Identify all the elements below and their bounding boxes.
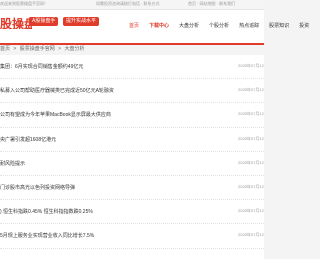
news-item: 私募入公司帮助医疗器械类已完成近50亿元A轮融资 2025年07月12 [0, 79, 264, 104]
news-title[interactable]: 央广署引发超1608亿港元 [0, 136, 56, 143]
news-title[interactable]: 公司有望成为今年苹果MacBook显示屏最大供应商 [0, 111, 111, 118]
nav-item-market[interactable]: 大盘分析 [174, 10, 204, 43]
news-list: 集团：6月实现合同销售金额约49亿元 2025年07月12 私募入公司帮助医疗器… [0, 55, 264, 259]
news-date: 2025年07月12 [238, 159, 264, 165]
news-title[interactable]: 5月规上服务业实现营业收入同比增长7.5% [0, 232, 94, 239]
breadcrumb-current: 大盘分析 [64, 46, 85, 52]
nav-item-invest[interactable]: 投资 [294, 10, 314, 43]
news-item: ) 恒生科指跌0.45% 恒生科指指数跌0.25% 2025年07月12 [0, 200, 264, 225]
news-title[interactable]: 集团：6月实现合同销售金额约49亿元 [0, 63, 83, 70]
news-date: 2025年07月12 [238, 87, 264, 93]
breadcrumb-home[interactable]: 首页 [0, 46, 10, 52]
contact-text: 如需投资咨询请拨打电话 · 联系方式 [96, 1, 160, 6]
news-date: 2025年07月12 [238, 208, 264, 214]
news-title[interactable]: ) 恒生科指跌0.45% 恒生科指指数跌0.25% [0, 208, 93, 215]
welcome-text: 欢迎来到股票操盘手官网！ [0, 1, 48, 6]
news-title[interactable]: 私募入公司帮助医疗器械类已完成近50亿元A轮融资 [0, 87, 114, 94]
top-links[interactable]: 首页 · 网站地图 · 联系我们 [188, 1, 235, 7]
news-item: 集团：6月实现合同销售金额约49亿元 2025年07月12 [0, 55, 264, 80]
news-title[interactable]: 耐风险提示 [0, 160, 25, 167]
breadcrumb-site[interactable]: 股票操盘手官网 [20, 46, 55, 52]
breadcrumb-separator: > [13, 46, 17, 52]
breadcrumb: 首页 > 股票操盘手官网 > 大盘分析 [0, 45, 86, 52]
news-date: 2025年07月12 [238, 232, 264, 238]
news-date: 2025年07月12 [238, 135, 264, 141]
site-logo[interactable]: 股操盘手 [0, 15, 32, 29]
breadcrumb-separator: > [58, 46, 62, 52]
nav-item-hot[interactable]: 热点追踪 [234, 10, 264, 43]
news-title[interactable]: 门诊股市高光以色列投资网络导弹 [0, 184, 75, 191]
news-item: 5月规上服务业实现营业收入同比增长7.5% 2025年07月12 [0, 224, 264, 249]
news-item: 公司有望成为今年苹果MacBook显示屏最大供应商 2025年07月12 [0, 103, 264, 128]
main-nav: 首页 下载中心 大盘分析 个股分析 热点追踪 股票知识 投资 [124, 10, 309, 43]
news-item: 门诊股市高光以色列投资网络导弹 2025年07月12 [0, 176, 264, 201]
news-item: 央广署引发超1608亿港元 2025年07月12 [0, 128, 264, 152]
news-date: 2025年07月12 [238, 183, 264, 189]
nav-item-home[interactable]: 首页 [124, 10, 144, 43]
nav-item-stock[interactable]: 个股分析 [204, 10, 234, 43]
nav-item-knowledge[interactable]: 股票知识 [264, 10, 294, 43]
news-date: 2025年07月12 [238, 63, 264, 68]
logo-badge-2: 提升实战水平 [63, 17, 100, 26]
top-utility-bar: 欢迎来到股票操盘手官网！ 如需投资咨询请拨打电话 · 联系方式 首页 · 网站地… [0, 0, 264, 10]
nav-item-download[interactable]: 下载中心 [144, 10, 174, 43]
news-date: 2025年07月12 [238, 111, 264, 117]
logo-badge-1: A股操盘手 [29, 17, 59, 26]
news-item: 耐风险提示 2025年07月12 [0, 152, 264, 176]
site-header: 股操盘手 A股操盘手 提升实战水平 首页 下载中心 大盘分析 个股分析 热点追踪… [0, 10, 309, 45]
